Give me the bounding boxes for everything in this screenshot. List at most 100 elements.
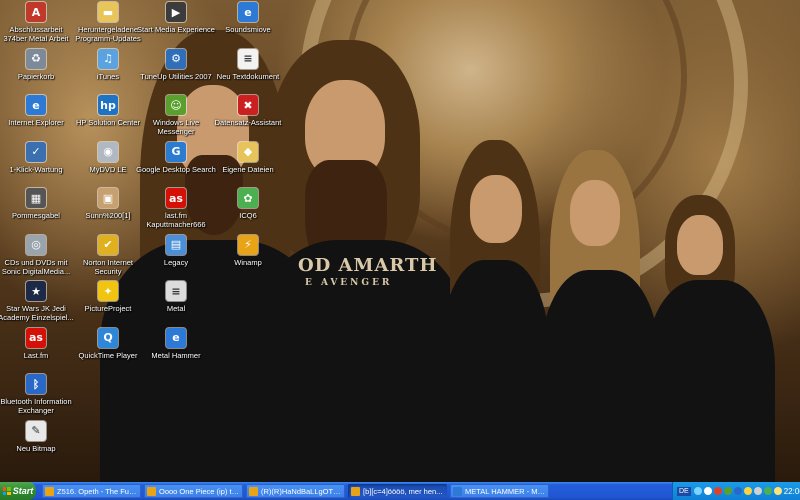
desktop-icon-label: CDs und DVDs mit Sonic DigitalMedia... [1,257,71,276]
text-document-icon: ≡ [166,281,186,301]
desktop-icon-label: QuickTime Player [78,350,138,360]
desktop-icon[interactable]: ᛒ Bluetooth Information Exchanger [0,374,78,415]
desktop-icon-label: iTunes [96,71,120,81]
icq-tray-icon[interactable] [763,487,772,495]
desktop-icon[interactable]: ✖ Datensatz-Assistant [206,95,290,127]
desktop-icon-label: Pommesgabel [12,211,60,220]
maintenance-tool-icon: ✓ [26,141,46,162]
desktop-icon[interactable]: ≡ Neu Textdokument [206,48,290,81]
desktop-icon-label: 1-Klick-Wartung [9,164,63,174]
desktop-icon-label: MyDVD LE [89,164,127,174]
system-tray: DE 22:06 [672,482,800,500]
folder-icon: ▤ [166,234,186,255]
internet-explorer-icon: e [26,95,46,115]
desktop-icon-label: Legacy [163,257,189,267]
taskbar-clock[interactable]: 22:06 [784,487,800,496]
desktop-icon-label: Metal [166,304,186,313]
desktop-icon-label: HP Solution Center [75,118,141,127]
start-button-label: Start [12,486,34,496]
itunes-icon: ♫ [98,48,118,69]
task-window-icon [249,486,258,496]
taskbar: Start Z516. Opeth - The Funer... Oooo One… [0,482,800,500]
recycle-bin-icon: ♻ [26,48,46,69]
internet-shortcut-icon: e [166,327,186,348]
desktop-icon-label: Neu Textdokument [216,71,280,81]
desktop-icon-label: Metal Hammer [151,350,201,360]
image-file-icon: ▦ [26,188,46,208]
desktop-icon-label: Sunn%200[1] [85,211,131,220]
volume-icon[interactable] [703,487,712,495]
task-window-icon [351,486,360,496]
internet-shortcut-icon: e [238,2,258,22]
desktop-icon[interactable]: ≡ Metal [134,281,218,313]
image-file-icon: ▣ [98,188,118,208]
norton-security-icon: ✔ [98,234,118,255]
antivirus-icon[interactable] [753,487,762,495]
my-documents-icon: ◆ [238,141,258,162]
folder-icon: ▬ [98,2,118,22]
task-window-icon [45,486,54,496]
winamp-icon: ⚡ [238,234,258,255]
language-indicator[interactable]: DE [677,486,691,496]
wallpaper-shirt-logo: OD AMARTH [298,255,438,276]
desktop-icon-label: Star Wars JK Jedi Academy Einzelspiel... [0,304,74,322]
network-icon[interactable] [693,487,702,495]
power-icon[interactable] [773,487,782,495]
desktop-icon-label: Winamp [234,257,262,267]
messenger-tray-icon[interactable] [723,487,732,495]
taskbar-task-label: Oooo One Piece (ip) tata... [159,486,240,496]
taskbar-task-label: (R)(R)HaNdBaLLgOTt(R)... [261,486,342,496]
lastfm-icon: as [166,188,186,208]
desktop-icon[interactable]: ⚡ Winamp [206,234,290,267]
desktop-icon-label: Start Media Experience [137,25,215,34]
desktop-icon[interactable]: e Soundsmiove [206,2,290,34]
desktop-icon[interactable]: ✿ ICQ6 [206,188,290,220]
start-button[interactable]: Start [0,482,36,500]
taskbar-task-button[interactable]: Z516. Opeth - The Funer... [42,484,141,498]
desktop-icon-label: ICQ6 [239,211,257,220]
desktop-icon-label: TuneUp Utilities 2007 [140,71,212,81]
desktop-icon-label: Papierkorb [17,71,55,81]
taskbar-task-label: METAL HAMMER - MAXI... [465,486,546,496]
desktop-icon-label: Heruntergeladene Programm-Updates [75,25,141,43]
taskbar-task-button[interactable]: METAL HAMMER - MAXI... [450,484,549,498]
desktop-icon-label: Internet Explorer [8,118,64,127]
tuneup-utilities-icon: ⚙ [166,48,186,69]
cd-dvd-icon: ◎ [26,234,46,255]
taskbar-task-label: Z516. Opeth - The Funer... [57,486,138,496]
security-icon[interactable] [713,487,722,495]
icq-icon: ✿ [238,188,258,208]
star-wars-game-icon: ★ [26,281,46,301]
windows-logo-icon [2,487,11,495]
taskbar-task-label: [b][c=4]öööö, mer hen... [363,486,443,496]
assistant-icon: ✖ [238,95,258,115]
desktop-icon-label: Windows Live Messenger [152,118,200,136]
desktop-icon-label: Bluetooth Information Exchanger [0,397,72,415]
desktop-icon[interactable]: ✎ Neu Bitmap [0,420,78,453]
bluetooth-tray-icon[interactable] [733,487,742,495]
google-desktop-icon: G [166,141,186,162]
taskbar-task-button[interactable]: (R)(R)HaNdBaLLgOTt(R)... [246,484,345,498]
taskbar-task-button[interactable]: Oooo One Piece (ip) tata... [144,484,243,498]
desktop-icon-label: Last.fm [23,350,49,360]
wallpaper-shirt-subtitle: E AVENGER [305,278,393,288]
update-icon[interactable] [743,487,752,495]
task-window-icon [453,486,462,496]
taskbar-task-button[interactable]: [b][c=4]öööö, mer hen... [348,484,447,498]
bluetooth-icon: ᛒ [26,374,46,394]
taskbar-task-area: Z516. Opeth - The Funer... Oooo One Piece… [39,484,549,498]
bitmap-file-icon: ✎ [26,420,46,441]
desktop-icon-label: Datensatz-Assistant [214,118,282,127]
desktop-icon[interactable]: ◆ Eigene Dateien [206,141,290,174]
mydvd-icon: ◉ [98,141,118,162]
desktop-icon-label: Google Desktop Search [136,164,216,174]
desktop-icon[interactable]: e Metal Hammer [134,327,218,360]
media-experience-icon: ▶ [166,2,186,22]
lastfm-icon: as [26,327,46,348]
desktop-icon-label: Neu Bitmap [16,443,56,453]
desktop-icon-label: Eigene Dateien [222,164,274,174]
quicktime-icon: Q [98,327,118,348]
text-document-icon: ≡ [238,48,258,69]
desktop-icon-label: Soundsmiove [225,25,271,34]
pdf-document-icon: A [26,2,46,22]
